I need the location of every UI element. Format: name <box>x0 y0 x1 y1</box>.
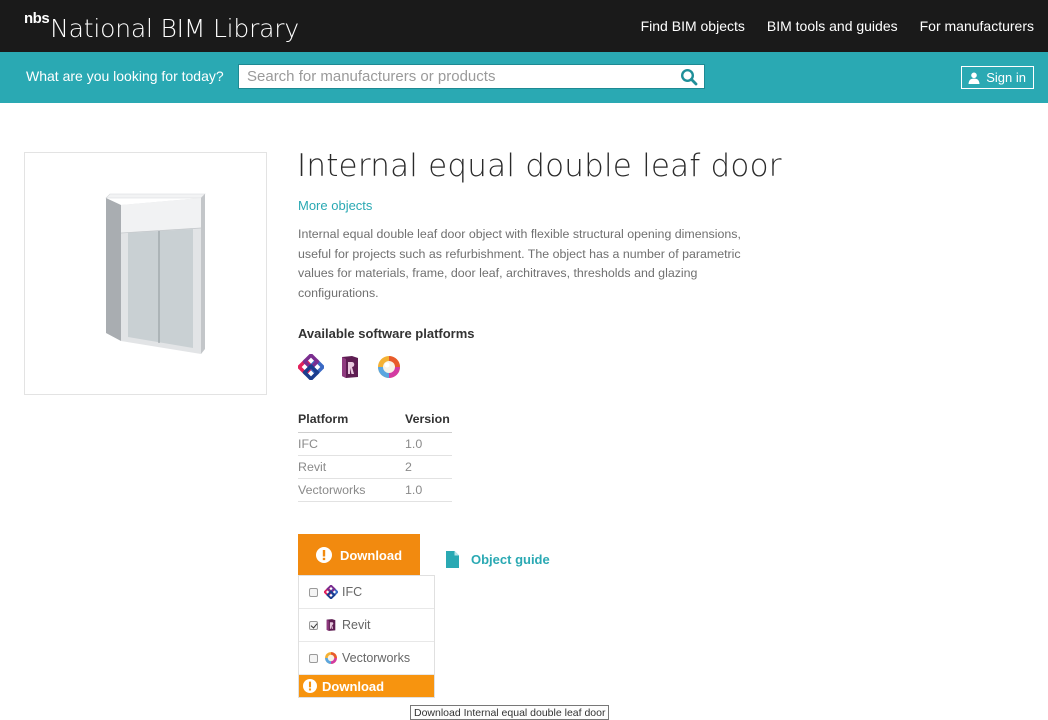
document-icon <box>446 551 459 568</box>
search-icon[interactable] <box>680 68 698 86</box>
ifc-icon <box>324 585 338 599</box>
nav-for-manufacturers[interactable]: For manufacturers <box>920 18 1034 34</box>
sign-in-button[interactable]: Sign in <box>961 66 1034 89</box>
vectorworks-icon[interactable] <box>376 354 402 380</box>
column-platform: Platform <box>298 410 405 433</box>
cell-version: 1.0 <box>405 478 452 502</box>
search-prompt: What are you looking for today? <box>26 68 224 84</box>
table-row: Revit 2 <box>298 455 452 479</box>
brand-mark: nbs <box>24 10 50 27</box>
column-version: Version <box>405 410 452 433</box>
product-description: Internal equal double leaf door object w… <box>298 227 741 300</box>
door-image <box>105 193 206 354</box>
platforms-heading: Available software platforms <box>298 326 475 341</box>
revit-checkbox[interactable] <box>309 620 318 630</box>
cell-platform: Vectorworks <box>298 478 405 502</box>
download-button[interactable]: Download <box>298 534 420 576</box>
revit-icon <box>326 619 336 631</box>
page-title: Internal equal double leaf door <box>297 148 782 184</box>
versions-table: Platform Version IFC 1.0 Revit 2 Vectorw… <box>298 410 452 502</box>
ifc-checkbox[interactable] <box>309 587 318 597</box>
sign-in-label: Sign in <box>986 70 1026 85</box>
download-option-ifc[interactable]: IFC <box>299 576 434 609</box>
brand-logo[interactable]: nbs National BIM Library <box>24 8 299 44</box>
vectorworks-checkbox[interactable] <box>309 653 318 663</box>
table-header-row: Platform Version <box>298 410 452 433</box>
top-header: nbs National BIM Library Find BIM object… <box>0 0 1048 52</box>
search-input[interactable] <box>239 68 677 85</box>
vectorworks-icon <box>325 652 337 664</box>
download-button-label: Download <box>339 547 403 563</box>
product-thumbnail[interactable] <box>24 152 267 395</box>
object-guide-label: Object guide <box>471 552 550 567</box>
table-row: IFC 1.0 <box>298 432 452 456</box>
ifc-icon[interactable] <box>298 354 324 380</box>
option-label: IFC <box>342 585 363 599</box>
cell-version: 1.0 <box>405 432 452 456</box>
search-box[interactable] <box>238 64 705 89</box>
download-option-vectorworks[interactable]: Vectorworks <box>299 642 434 675</box>
object-guide-link[interactable]: Object guide <box>446 551 550 568</box>
cell-platform: IFC <box>298 432 405 456</box>
brand-name: National BIM Library <box>50 14 299 43</box>
download-submit-label: Download <box>322 678 385 694</box>
option-label: Vectorworks <box>342 651 411 665</box>
top-navigation: Find BIM objects BIM tools and guides Fo… <box>619 0 1034 52</box>
cell-platform: Revit <box>298 455 405 479</box>
more-objects-link[interactable]: More objects <box>298 198 372 213</box>
search-band: What are you looking for today? Sign in <box>0 52 1048 103</box>
table-row: Vectorworks 1.0 <box>298 478 452 502</box>
platform-icons <box>298 354 415 380</box>
download-submit-button[interactable]: Download <box>299 675 434 697</box>
option-label: Revit <box>342 618 371 632</box>
user-icon <box>968 72 980 84</box>
download-icon <box>315 547 332 563</box>
nav-find-bim-objects[interactable]: Find BIM objects <box>641 18 745 34</box>
nav-bim-tools-and-guides[interactable]: BIM tools and guides <box>767 18 898 34</box>
cell-version: 2 <box>405 455 452 479</box>
download-icon <box>303 679 317 693</box>
download-option-revit[interactable]: Revit <box>299 609 434 642</box>
download-dropdown: IFC Revit Vectorworks Download <box>298 575 435 698</box>
revit-icon[interactable] <box>337 354 363 380</box>
